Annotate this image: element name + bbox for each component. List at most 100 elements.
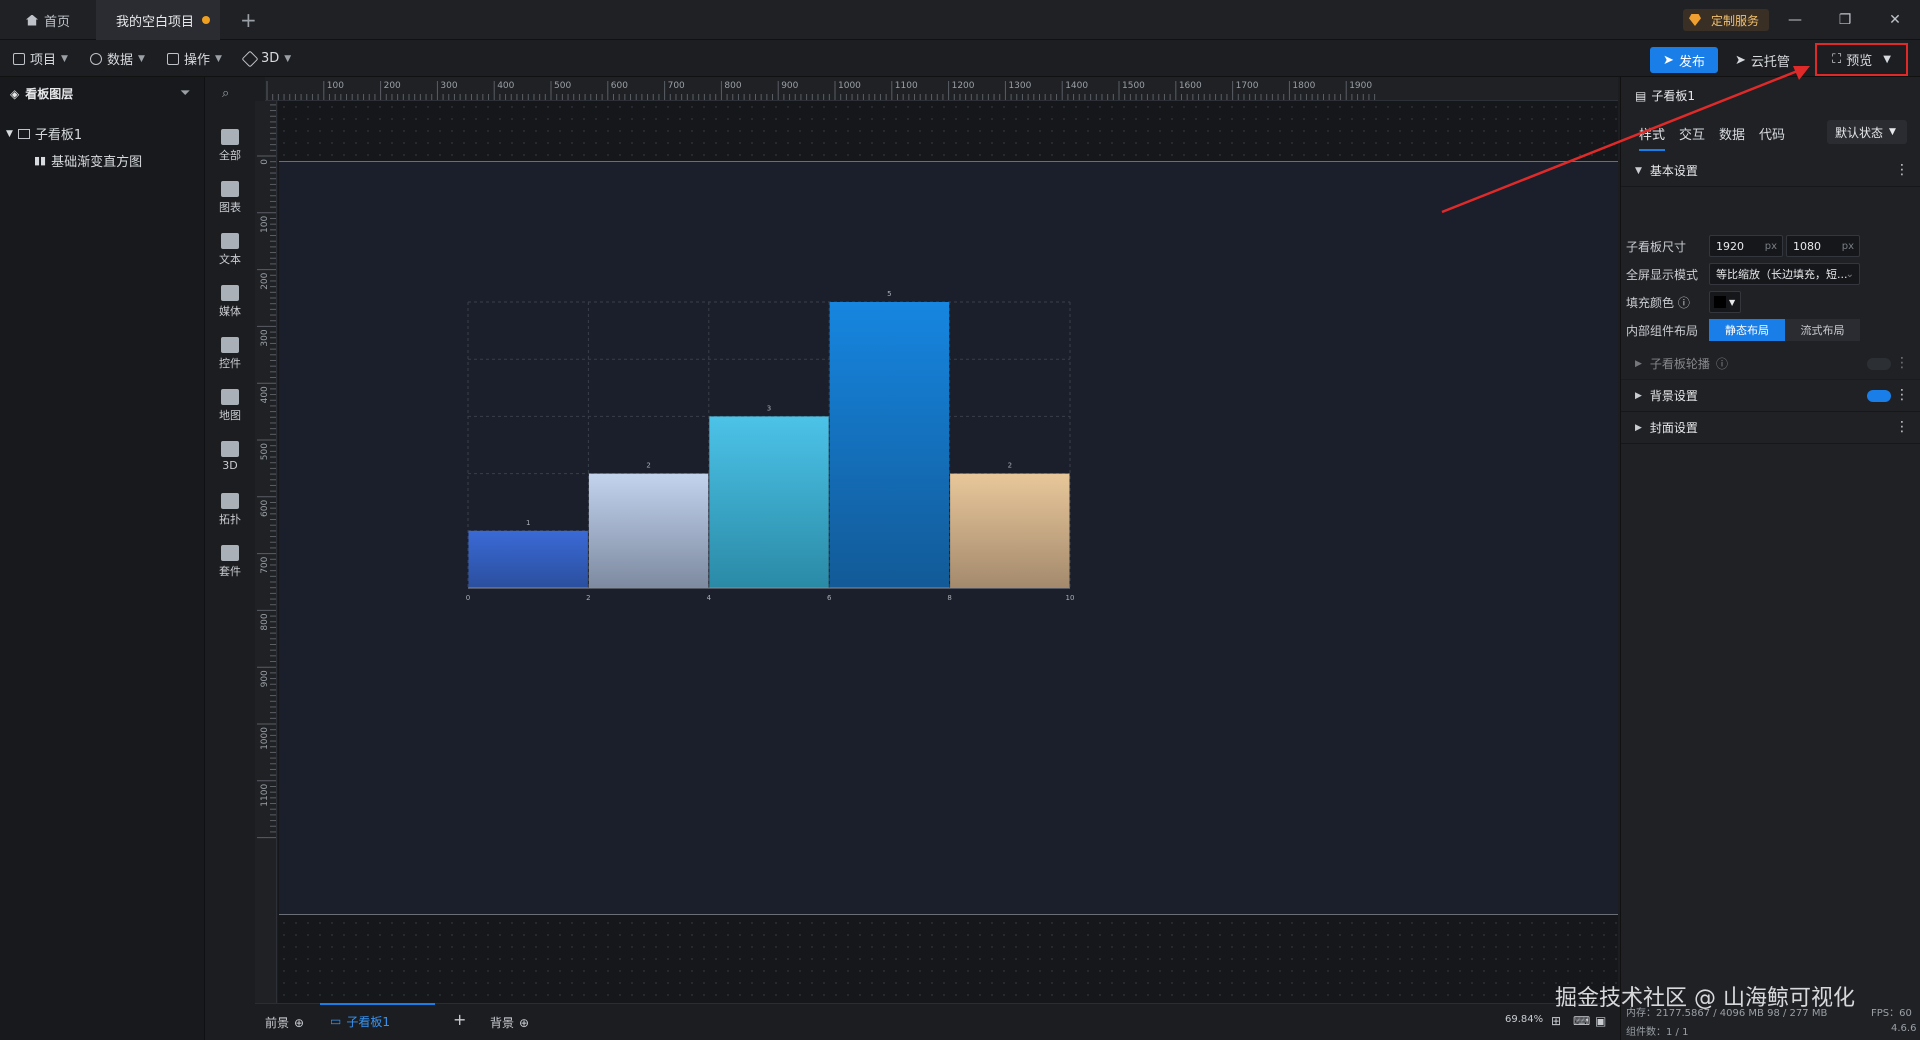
tree-item-subboard[interactable]: ▼ 子看板1 xyxy=(6,124,82,143)
version-label: 4.6.6 xyxy=(1891,1023,1917,1034)
fill-color-picker[interactable]: ▼ xyxy=(1709,291,1741,313)
fullscreen-label: 全屏显示模式 xyxy=(1626,268,1699,282)
tree-item-histogram[interactable]: ▮▮ 基础渐变直方图 xyxy=(34,151,142,170)
keyboard-icon[interactable]: ⌨ xyxy=(1573,1014,1590,1028)
ruler-tick-label: 600 xyxy=(611,81,628,91)
minimize-button[interactable]: — xyxy=(1780,8,1810,32)
histogram-bar[interactable] xyxy=(829,302,950,588)
fullscreen-icon: ⛶ xyxy=(1832,52,1842,67)
bottom-bar: 前景 ⊕ ▭ 子看板1 + 背景 ⊕ 69.84% ⊞ ⌨ ▣ xyxy=(255,1003,1620,1040)
background-toggle[interactable] xyxy=(1867,390,1891,402)
ruler-tick-label: 900 xyxy=(260,670,270,687)
ruler-tick-label: 1000 xyxy=(260,727,270,750)
histogram-bar[interactable] xyxy=(588,473,709,588)
close-button[interactable]: ✕ xyxy=(1880,8,1910,32)
category-topology[interactable]: 拓扑 xyxy=(205,493,255,527)
ruler-left: 0 100 200 300 400 500 600 700 800 900 1000 1100 xyxy=(255,101,277,1003)
state-select[interactable]: 默认状态 ▼ xyxy=(1827,120,1907,144)
search-icon[interactable]: ⌕ xyxy=(222,87,236,101)
add-tab-button[interactable]: + xyxy=(240,0,257,40)
add-subboard-button[interactable]: + xyxy=(453,1010,466,1029)
menu-data[interactable]: 数据 ▼ xyxy=(90,40,145,77)
category-map[interactable]: 地图 xyxy=(205,389,255,423)
category-3d[interactable]: 3D xyxy=(205,441,255,472)
background-label: 背景 xyxy=(490,1016,515,1030)
histogram-chart[interactable]: 1 2 3 5 2 0 2 4 6 8 10 xyxy=(279,162,1618,916)
more-icon[interactable]: ⋮ xyxy=(1895,356,1909,370)
filter-icon[interactable]: ⏷ xyxy=(180,87,194,101)
chevron-down-icon: ▼ xyxy=(6,128,13,139)
subboard-canvas[interactable]: 1 2 3 5 2 0 2 4 6 8 10 xyxy=(279,161,1618,915)
unit-label: px xyxy=(1764,240,1777,252)
grid-icon xyxy=(221,129,239,145)
section-cover[interactable]: ▶ 封面设置 ⋮ xyxy=(1621,412,1920,444)
x-tick-label: 6 xyxy=(827,594,832,602)
bar-data-label: 2 xyxy=(646,462,650,470)
section-background[interactable]: ▶ 背景设置 ⋮ xyxy=(1621,380,1920,412)
foreground-tab[interactable]: 前景 ⊕ xyxy=(265,1014,304,1031)
ruler-tick-label: 700 xyxy=(260,556,270,573)
histogram-bar[interactable] xyxy=(709,416,829,588)
terminal-icon[interactable]: ▣ xyxy=(1595,1014,1606,1028)
chevron-down-icon: ▼ xyxy=(1883,54,1891,65)
category-media[interactable]: 媒体 xyxy=(205,285,255,319)
histogram-bar[interactable] xyxy=(950,473,1070,588)
ruler-tick-label: 200 xyxy=(260,272,270,289)
ruler-tick-label: 1200 xyxy=(952,81,975,91)
component-category-bar: ⌕ 全部 图表 文本 媒体 控件 地图 3D 拓扑 套件 xyxy=(205,77,255,1040)
category-control[interactable]: 控件 xyxy=(205,337,255,371)
menu-operation[interactable]: 操作 ▼ xyxy=(167,40,222,77)
zoom-level[interactable]: 69.84% xyxy=(1505,1014,1543,1025)
database-icon xyxy=(90,52,102,65)
height-input[interactable]: 1080 px xyxy=(1786,235,1860,257)
category-kit[interactable]: 套件 xyxy=(205,545,255,579)
chevron-down-icon: ▼ xyxy=(138,53,145,64)
chevron-down-icon: ⌄ xyxy=(1845,268,1854,280)
background-tab[interactable]: 背景 ⊕ xyxy=(490,1014,529,1031)
ruler-tick-label: 400 xyxy=(497,81,514,91)
cube-icon xyxy=(241,50,259,67)
add-circle-icon[interactable]: ⊕ xyxy=(294,1016,304,1030)
more-icon[interactable]: ⋮ xyxy=(1895,420,1909,434)
fullscreen-select[interactable]: 等比缩放（长边填充，短... ⌄ xyxy=(1709,263,1860,285)
menu-3d[interactable]: 3D ▼ xyxy=(241,40,292,77)
width-input[interactable]: 1920 px xyxy=(1709,235,1783,257)
subboard-tab[interactable]: ▭ 子看板1 xyxy=(320,1003,435,1033)
category-chart[interactable]: 图表 xyxy=(205,181,255,215)
menu-project[interactable]: 项目 ▼ xyxy=(13,40,68,77)
section-label: 封面设置 xyxy=(1649,421,1698,435)
ruler-tick-label: 800 xyxy=(724,81,741,91)
category-all[interactable]: 全部 xyxy=(205,129,255,163)
ruler-tick-label: 300 xyxy=(260,329,270,346)
preview-label: 预览 xyxy=(1846,54,1873,69)
ruler-tick-label: 1500 xyxy=(1122,81,1145,91)
flow-layout-button[interactable]: 流式布局 xyxy=(1785,319,1860,341)
category-label: 文本 xyxy=(219,253,241,266)
canvas-workspace[interactable]: 1 2 3 5 2 0 2 4 6 8 10 xyxy=(278,101,1618,1003)
ruler-tick-label: 500 xyxy=(260,443,270,460)
x-tick-label: 0 xyxy=(466,594,470,602)
custom-service-button[interactable]: 定制服务 xyxy=(1683,9,1770,31)
restore-button[interactable]: ❐ xyxy=(1830,8,1860,32)
static-layout-button[interactable]: 静态布局 xyxy=(1709,319,1785,341)
histogram-bar[interactable] xyxy=(468,530,588,588)
category-text[interactable]: 文本 xyxy=(205,233,255,267)
fit-screen-icon[interactable]: ⊞ xyxy=(1551,1014,1561,1028)
menu-operation-label: 操作 xyxy=(184,53,211,68)
chevron-down-icon: ▼ xyxy=(284,53,292,64)
preview-button[interactable]: ⛶ 预览 ▼ xyxy=(1815,43,1908,76)
tab-project[interactable]: 我的空白项目 xyxy=(96,0,220,40)
bar-chart-icon xyxy=(221,181,239,197)
category-label: 3D xyxy=(222,459,238,472)
add-circle-icon[interactable]: ⊕ xyxy=(519,1016,529,1030)
tab-home[interactable]: 首页 xyxy=(14,0,96,40)
section-carousel[interactable]: ▶ 子看板轮播 ⓘ ⋮ xyxy=(1621,348,1920,380)
bar-data-label: 2 xyxy=(1008,462,1012,470)
ruler-tick-label: 500 xyxy=(554,81,571,91)
ruler-tick-label: 1400 xyxy=(1065,81,1088,91)
home-icon xyxy=(26,14,38,26)
carousel-toggle[interactable] xyxy=(1867,358,1891,370)
more-icon[interactable]: ⋮ xyxy=(1895,388,1909,402)
more-icon[interactable]: ⋮ xyxy=(1895,163,1909,177)
fill-color-text: 填充颜色 xyxy=(1626,296,1675,310)
